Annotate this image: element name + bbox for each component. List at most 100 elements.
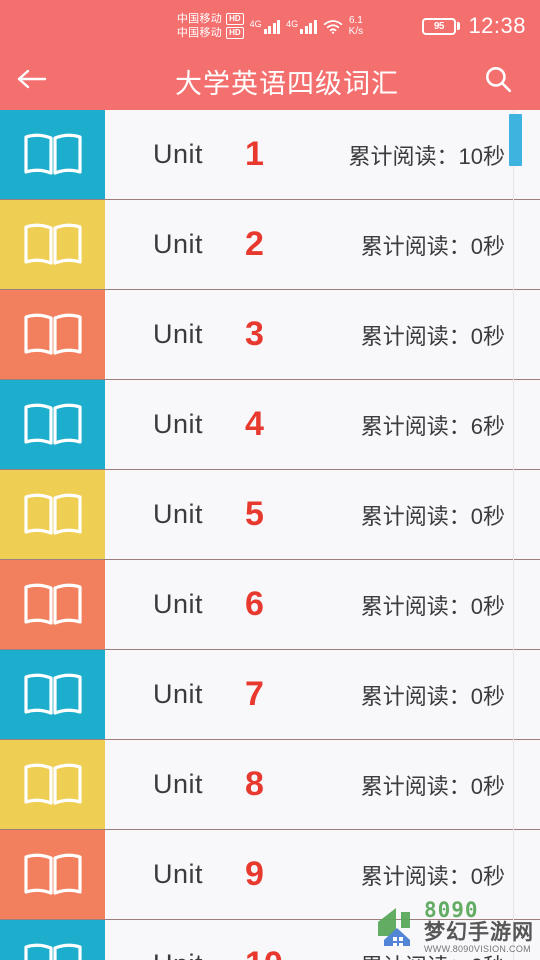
scrollbar-thumb[interactable] bbox=[509, 114, 522, 166]
reading-time-label: 累计阅读： bbox=[360, 503, 471, 529]
network-speed: 6.1 K/s bbox=[349, 15, 363, 37]
search-icon bbox=[483, 64, 513, 99]
unit-tile bbox=[0, 650, 105, 739]
unit-row[interactable]: Unit 8 累计阅读：0秒 bbox=[0, 740, 540, 830]
unit-row[interactable]: Unit 9 累计阅读：0秒 bbox=[0, 830, 540, 920]
reading-time-label: 累计阅读： bbox=[360, 593, 471, 619]
network-type-label-1: 4G bbox=[249, 18, 262, 29]
open-book-icon bbox=[22, 941, 84, 960]
app-screen: 中国移动 HD 中国移动 HD 4G 4G 6.1 K/s 95 12:38 大… bbox=[0, 0, 540, 960]
unit-row[interactable]: Unit 10 累计阅读：0秒 bbox=[0, 920, 540, 960]
arrow-left-icon bbox=[16, 67, 48, 96]
unit-row[interactable]: Unit 3 累计阅读：0秒 bbox=[0, 290, 540, 380]
reading-time-value: 0秒 bbox=[470, 863, 505, 889]
battery-level-text: 95 bbox=[421, 17, 456, 35]
unit-tile bbox=[0, 200, 105, 289]
unit-number: 4 bbox=[245, 405, 264, 443]
unit-row-body: Unit 6 累计阅读：0秒 bbox=[105, 560, 540, 649]
unit-number: 3 bbox=[245, 315, 264, 353]
wifi-icon bbox=[323, 19, 343, 34]
unit-label: Unit bbox=[153, 589, 204, 619]
signal-bars-icon-2 bbox=[300, 19, 317, 34]
unit-label: Unit bbox=[153, 499, 204, 529]
unit-row-body: Unit 4 累计阅读：6秒 bbox=[105, 380, 540, 469]
reading-time-info: 累计阅读：0秒 bbox=[361, 949, 505, 960]
unit-row-body: Unit 5 累计阅读：0秒 bbox=[105, 470, 540, 559]
unit-row-body: Unit 1 累计阅读：10秒 bbox=[105, 110, 540, 199]
unit-number: 10 bbox=[245, 945, 283, 960]
reading-time-info: 累计阅读：0秒 bbox=[361, 679, 505, 711]
reading-time-label: 累计阅读： bbox=[360, 413, 471, 439]
unit-tile bbox=[0, 560, 105, 649]
unit-number: 7 bbox=[245, 675, 264, 713]
unit-row[interactable]: Unit 5 累计阅读：0秒 bbox=[0, 470, 540, 560]
reading-time-label: 累计阅读： bbox=[360, 773, 471, 799]
unit-row[interactable]: Unit 1 累计阅读：10秒 bbox=[0, 110, 540, 200]
unit-list-rows: Unit 1 累计阅读：10秒 Unit 2 累计阅读：0秒 Unit 3 累计阅读：0秒 Uni… bbox=[0, 110, 540, 960]
unit-tile bbox=[0, 110, 105, 199]
reading-time-info: 累计阅读：0秒 bbox=[361, 589, 505, 621]
open-book-icon bbox=[22, 671, 84, 719]
search-button[interactable] bbox=[466, 52, 530, 110]
unit-label: Unit bbox=[153, 769, 204, 799]
reading-time-value: 0秒 bbox=[470, 773, 505, 799]
app-bar: 大学英语四级词汇 bbox=[0, 52, 540, 110]
network-speed-unit: K/s bbox=[348, 26, 364, 37]
unit-number: 2 bbox=[245, 225, 264, 263]
reading-time-info: 累计阅读：0秒 bbox=[361, 499, 505, 531]
carrier-name-1: 中国移动 bbox=[176, 13, 223, 25]
unit-label: Unit bbox=[153, 859, 204, 889]
unit-label: Unit bbox=[153, 679, 204, 709]
scrollbar-track[interactable] bbox=[512, 110, 514, 960]
unit-row-body: Unit 7 累计阅读：0秒 bbox=[105, 650, 540, 739]
reading-time-label: 累计阅读： bbox=[348, 143, 459, 169]
reading-time-value: 0秒 bbox=[470, 593, 505, 619]
unit-list[interactable]: Unit 1 累计阅读：10秒 Unit 2 累计阅读：0秒 Unit 3 累计阅读：0秒 Uni… bbox=[0, 110, 540, 960]
unit-row-body: Unit 3 累计阅读：0秒 bbox=[105, 290, 540, 379]
battery-icon: 95 bbox=[421, 17, 461, 35]
unit-row-body: Unit 10 累计阅读：0秒 bbox=[105, 920, 540, 960]
reading-time-label: 累计阅读： bbox=[361, 954, 471, 960]
reading-time-info: 累计阅读：6秒 bbox=[361, 409, 505, 441]
reading-time-value: 10秒 bbox=[458, 143, 505, 169]
battery-cap bbox=[457, 22, 461, 30]
status-bar: 中国移动 HD 中国移动 HD 4G 4G 6.1 K/s 95 12:38 bbox=[0, 0, 540, 52]
carrier-row-2: 中国移动 HD bbox=[177, 27, 244, 39]
carrier-name-2: 中国移动 bbox=[176, 27, 223, 39]
unit-label: Unit bbox=[153, 409, 204, 439]
open-book-icon bbox=[22, 761, 84, 809]
reading-time-info: 累计阅读：10秒 bbox=[349, 139, 506, 171]
carrier-info: 中国移动 HD 中国移动 HD bbox=[177, 13, 244, 39]
unit-tile bbox=[0, 470, 105, 559]
unit-number: 9 bbox=[245, 855, 264, 893]
open-book-icon bbox=[22, 311, 84, 359]
open-book-icon bbox=[22, 491, 84, 539]
reading-time-value: 0秒 bbox=[470, 503, 505, 529]
open-book-icon bbox=[22, 401, 84, 449]
network-speed-value: 6.1 bbox=[348, 15, 363, 26]
reading-time-info: 累计阅读：0秒 bbox=[361, 769, 505, 801]
reading-time-value: 0秒 bbox=[470, 233, 505, 259]
unit-label: Unit bbox=[153, 139, 204, 169]
reading-time-value: 0秒 bbox=[471, 954, 505, 960]
unit-number: 6 bbox=[245, 585, 264, 623]
back-button[interactable] bbox=[0, 52, 64, 110]
unit-number: 1 bbox=[245, 135, 264, 173]
reading-time-label: 累计阅读： bbox=[360, 863, 471, 889]
open-book-icon bbox=[22, 851, 84, 899]
carrier-row-1: 中国移动 HD bbox=[177, 13, 244, 25]
network-type-label-2: 4G bbox=[286, 18, 299, 29]
unit-row-body: Unit 9 累计阅读：0秒 bbox=[105, 830, 540, 919]
reading-time-info: 累计阅读：0秒 bbox=[361, 859, 505, 891]
open-book-icon bbox=[22, 221, 84, 269]
unit-label: Unit bbox=[153, 319, 204, 349]
signal-group-2: 4G bbox=[286, 19, 317, 34]
reading-time-value: 0秒 bbox=[470, 683, 505, 709]
unit-row[interactable]: Unit 2 累计阅读：0秒 bbox=[0, 200, 540, 290]
reading-time-info: 累计阅读：0秒 bbox=[361, 229, 505, 261]
open-book-icon bbox=[22, 581, 84, 629]
unit-row[interactable]: Unit 6 累计阅读：0秒 bbox=[0, 560, 540, 650]
unit-row[interactable]: Unit 4 累计阅读：6秒 bbox=[0, 380, 540, 470]
clock-text: 12:38 bbox=[468, 13, 526, 38]
unit-row[interactable]: Unit 7 累计阅读：0秒 bbox=[0, 650, 540, 740]
